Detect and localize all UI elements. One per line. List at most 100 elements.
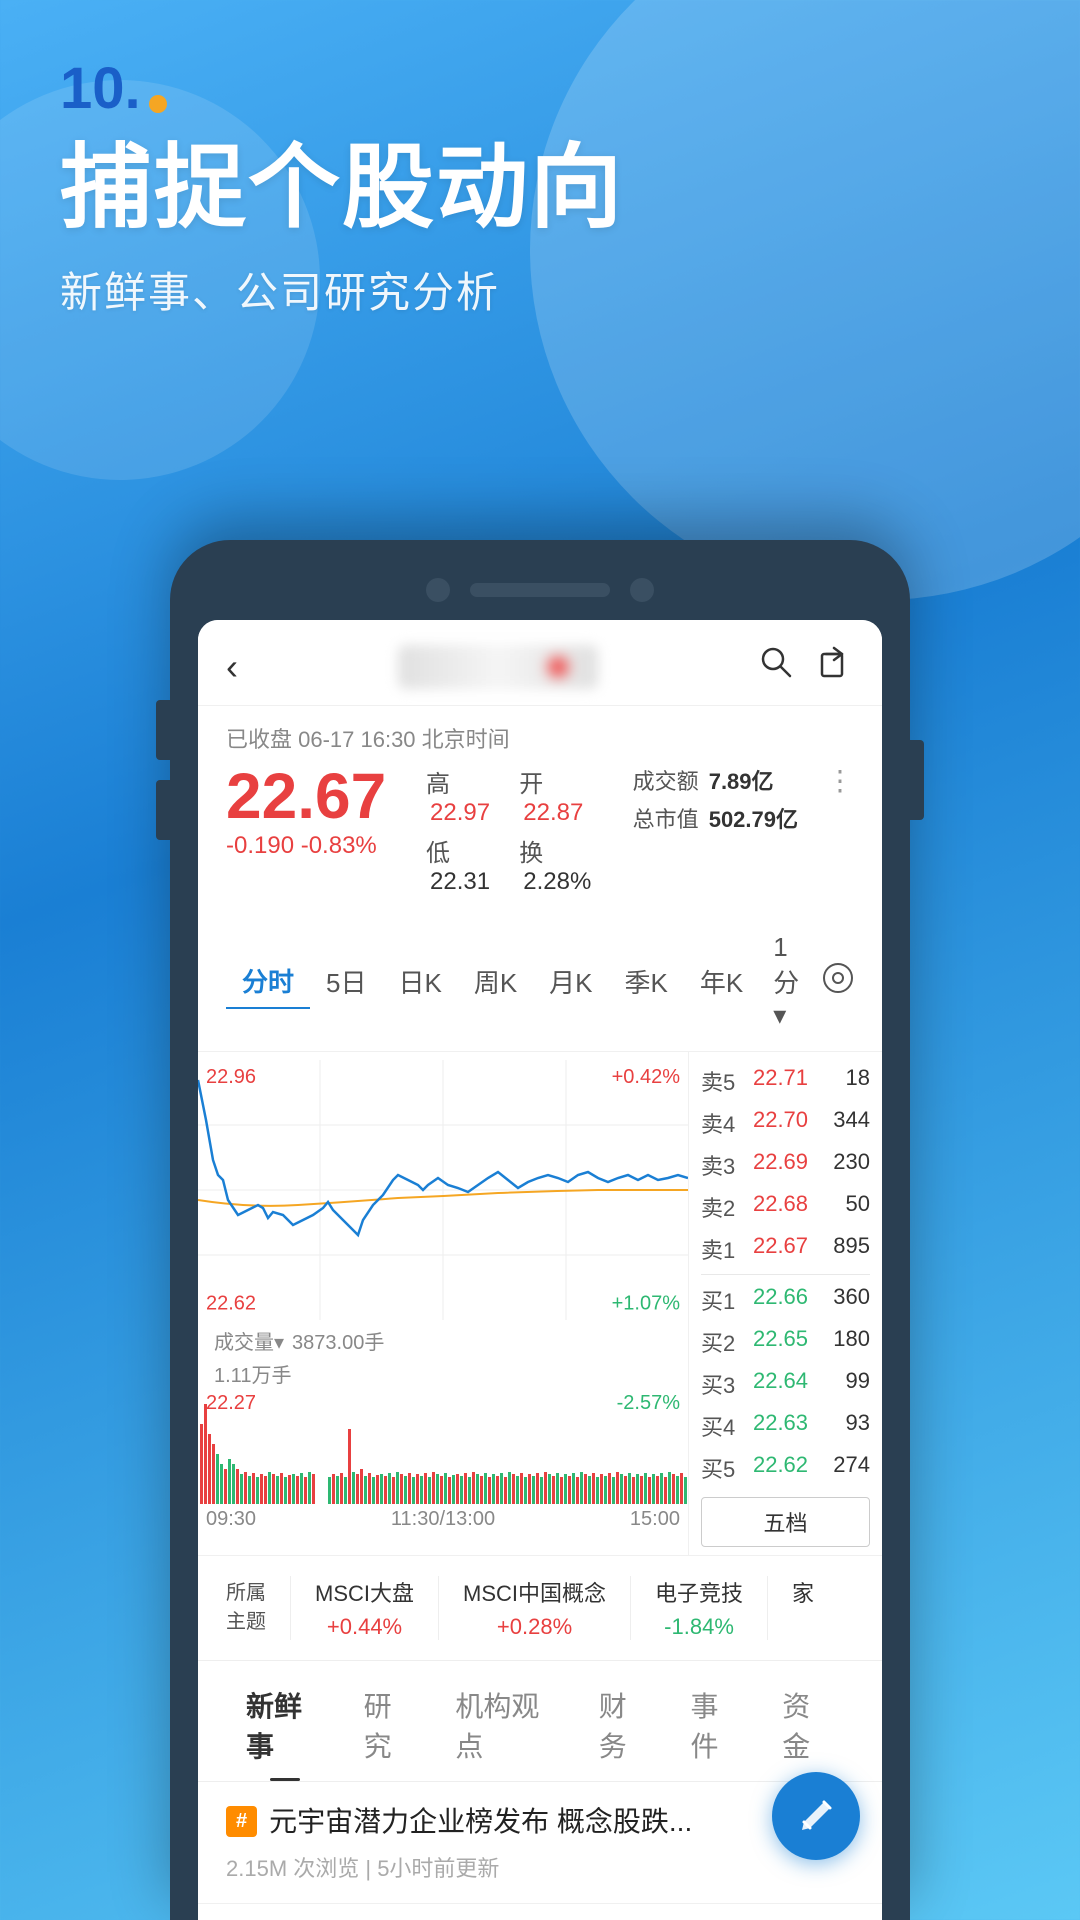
front-camera-2 — [630, 578, 654, 602]
sell-4-row: 卖4 22.70 344 — [701, 1102, 870, 1144]
phone-notch — [198, 570, 882, 610]
sell-1-row: 卖1 22.67 895 — [701, 1228, 870, 1270]
price-change: -0.190 -0.83% — [226, 832, 406, 860]
fab-compose-button[interactable] — [772, 1772, 860, 1860]
theme-item-more[interactable]: 家 — [792, 1576, 814, 1640]
phone-screen: ‹ — [198, 620, 882, 1920]
volume-chart-svg — [198, 1394, 688, 1504]
tab-monthk[interactable]: 月K — [533, 955, 608, 1008]
chart-change-pos: +0.42% — [612, 1066, 680, 1089]
news-tag-row: # 元宇宙潜力企业榜发布 概念股跌... — [226, 1802, 854, 1841]
blurred-stock-name — [398, 645, 598, 689]
theme-divider-3 — [630, 1576, 631, 1640]
screen-topbar: ‹ — [198, 620, 882, 706]
volume-sub-label: 1.11万手 — [206, 1357, 680, 1390]
tab-dayk[interactable]: 日K — [382, 955, 457, 1008]
hero-subtitle: 新鲜事、公司研究分析 — [60, 259, 1020, 320]
price-chart-svg — [198, 1060, 688, 1320]
news-hashtag: # — [226, 1806, 257, 1837]
five-level-button[interactable]: 五档 — [701, 1497, 870, 1547]
chart-mid-price: 22.62 — [206, 1292, 256, 1315]
buy-3-row: 买3 22.64 99 — [701, 1363, 870, 1405]
news-tabs: 新鲜事 研究 机构观点 财务 事件 资金 — [198, 1661, 882, 1782]
news-tab-events[interactable]: 事件 — [671, 1677, 763, 1781]
news-tab-finance[interactable]: 财务 — [579, 1677, 671, 1781]
hero-title: 捕捉个股动向 — [60, 138, 1020, 239]
stock-timestamp: 已收盘 06-17 16:30 北京时间 — [226, 722, 854, 754]
buy-4-row: 买4 22.63 93 — [701, 1405, 870, 1447]
tab-seasonk[interactable]: 季K — [609, 955, 684, 1008]
screen-icons — [758, 644, 854, 689]
buy-1-row: 买1 22.66 360 — [701, 1279, 870, 1321]
sell-3-row: 卖3 22.69 230 — [701, 1144, 870, 1186]
news-tab-research[interactable]: 研究 — [344, 1677, 436, 1781]
high-label: 高 22.97 — [426, 764, 519, 827]
market-stats: 成交额 7.89亿 总市值 502.79亿 — [633, 764, 798, 834]
time-labels: 09:30 11:30/13:00 15:00 — [198, 1504, 688, 1535]
chart-change-1: +1.07% — [612, 1292, 680, 1315]
app-header: 10. 捕捉个股动向 新鲜事、公司研究分析 — [0, 0, 1080, 340]
app-logo: 10. — [60, 60, 1020, 118]
order-book: 卖5 22.71 18 卖4 22.70 344 卖3 22.69 230 — [688, 1052, 882, 1555]
tab-5day[interactable]: 5日 — [310, 955, 382, 1008]
low-label: 低 22.31 — [426, 833, 519, 896]
time-start: 09:30 — [206, 1508, 256, 1531]
volume-dropdown[interactable]: 成交量▾ — [214, 1326, 284, 1355]
volume-down-button — [156, 780, 170, 840]
volume-stat: 成交额 7.89亿 — [633, 764, 798, 796]
time-end: 15:00 — [630, 1508, 680, 1531]
logo-dot — [149, 95, 167, 113]
news-title: 元宇宙潜力企业榜发布 概念股跌... — [269, 1802, 692, 1841]
theme-item-msci-china[interactable]: MSCI中国概念 +0.28% — [463, 1576, 606, 1640]
back-button[interactable]: ‹ — [226, 646, 238, 688]
theme-item-main: 所属主题 — [226, 1576, 266, 1640]
tab-1min-dropdown[interactable]: 1分▾ — [759, 924, 822, 1039]
stock-info: 已收盘 06-17 16:30 北京时间 22.67 -0.190 -0.83%… — [198, 706, 882, 912]
volume-sub: 成交量▾ 3873.00手 — [206, 1324, 680, 1357]
sell-2-row: 卖2 22.68 50 — [701, 1186, 870, 1228]
tab-weekk[interactable]: 周K — [458, 955, 533, 1008]
turnover-label: 换 2.28% — [519, 833, 612, 896]
chart-change-neg: -2.57% — [617, 1392, 680, 1415]
theme-section: 所属主题 MSCI大盘 +0.44% MSCI中国概念 +0.28% 电子竞技 … — [198, 1556, 882, 1661]
chart-high-label: 22.96 — [206, 1066, 256, 1089]
buy-2-row: 买2 22.65 180 — [701, 1321, 870, 1363]
theme-divider-4 — [767, 1576, 768, 1640]
volume-up-button — [156, 700, 170, 760]
stock-detail-grid: 高 22.97 开 22.87 低 22.31 换 — [426, 764, 613, 896]
search-button[interactable] — [758, 644, 794, 689]
volume-area: 成交量▾ 3873.00手 1.11万手 — [198, 1320, 688, 1394]
main-price: 22.67 — [226, 764, 406, 828]
phone-outer: ‹ — [170, 540, 910, 1920]
power-button — [910, 740, 924, 820]
time-mid: 11:30/13:00 — [391, 1508, 495, 1531]
theme-divider-1 — [290, 1576, 291, 1640]
logo-text: 10. — [60, 60, 141, 118]
fullscreen-icon[interactable] — [822, 962, 854, 1001]
sell-5-row: 卖5 22.71 18 — [701, 1060, 870, 1102]
main-chart: 22.96 22.62 22.27 +0.42% +1.07% -2.57% — [198, 1052, 688, 1555]
buy-5-row: 买5 22.62 274 — [701, 1447, 870, 1489]
tab-fenshi[interactable]: 分时 — [226, 954, 310, 1009]
news-tab-institution[interactable]: 机构观点 — [435, 1677, 578, 1781]
chart-low-label: 22.27 — [206, 1392, 256, 1415]
theme-item-msci-big[interactable]: MSCI大盘 +0.44% — [315, 1576, 414, 1640]
theme-divider-2 — [438, 1576, 439, 1640]
open-label: 开 22.87 — [519, 764, 612, 827]
news-meta: 2.15M 次浏览 | 5小时前更新 — [226, 1851, 854, 1883]
speaker — [470, 583, 610, 597]
news-tab-fresh[interactable]: 新鲜事 — [226, 1677, 344, 1781]
chart-tabs: 分时 5日 日K 周K 月K 季K 年K 1分▾ — [198, 912, 882, 1052]
front-camera — [426, 578, 450, 602]
more-options-button[interactable]: ⋮ — [826, 764, 854, 797]
theme-item-esports[interactable]: 电子竞技 -1.84% — [655, 1576, 743, 1640]
screen-title-area — [238, 645, 758, 689]
notification-dot — [548, 657, 568, 677]
news-tab-capital[interactable]: 资金 — [762, 1677, 854, 1781]
chart-area: 22.96 22.62 22.27 +0.42% +1.07% -2.57% — [198, 1052, 882, 1556]
market-cap-stat: 总市值 502.79亿 — [633, 802, 798, 834]
order-book-divider — [701, 1274, 870, 1275]
tab-yeark[interactable]: 年K — [684, 955, 759, 1008]
share-button[interactable] — [818, 644, 854, 689]
phone-mockup: ‹ — [170, 540, 910, 1920]
